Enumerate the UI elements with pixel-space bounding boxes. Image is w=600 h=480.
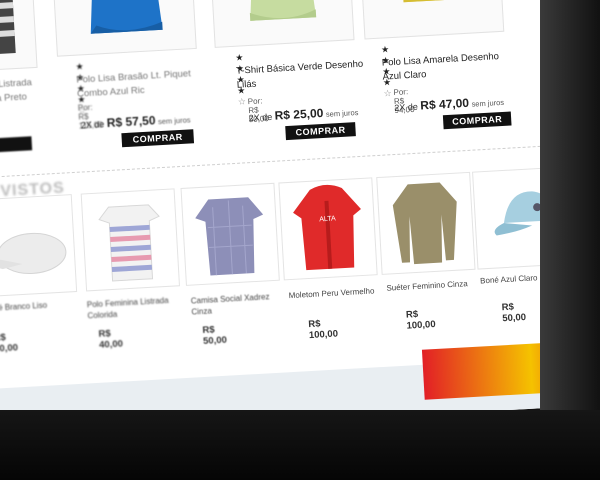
buy-button[interactable]: COMPRAR <box>442 111 512 130</box>
product-image[interactable] <box>359 0 505 40</box>
plaid-shirt-image <box>195 197 264 276</box>
product-image[interactable] <box>209 0 355 48</box>
product-image[interactable] <box>0 0 38 74</box>
blue-polo-image <box>90 0 163 34</box>
striped-shirt-image <box>0 0 16 56</box>
product-price: R$ 50,00 <box>501 301 527 325</box>
product-name[interactable]: Polo Feminina Listrada Colorida <box>87 294 180 321</box>
svg-text:ALTA: ALTA <box>319 215 336 223</box>
striped-polo-image <box>98 204 160 282</box>
product-row-top: Polo Listrada Cinza Preto ★ ★ ★ ★ ☆ Polo… <box>0 0 591 180</box>
yellow-polo-image <box>403 0 466 3</box>
screen: Polo Listrada Cinza Preto ★ ★ ★ ★ ☆ Polo… <box>0 0 600 480</box>
product-name[interactable]: Moletom Peru Vermelho <box>288 285 380 301</box>
product-price: R$ 100,00 <box>308 318 339 342</box>
product-image[interactable] <box>0 194 78 298</box>
product-price: R$ 80,00 <box>0 332 19 355</box>
product-image[interactable] <box>51 0 197 57</box>
laptop-bezel-bottom <box>0 410 600 480</box>
product-image[interactable]: ALTA <box>278 177 378 281</box>
product-price: R$ 40,00 <box>98 328 124 351</box>
product-price: R$ 50,00 <box>202 324 228 347</box>
product-name[interactable]: Polo Listrada Cinza Preto <box>0 76 38 107</box>
laptop-bezel-right <box>540 0 600 480</box>
buy-button[interactable] <box>0 136 33 154</box>
green-tshirt-image <box>249 0 317 21</box>
store-page: Polo Listrada Cinza Preto ★ ★ ★ ★ ☆ Polo… <box>0 0 600 440</box>
red-hoodie-image: ALTA <box>293 184 361 271</box>
product-image[interactable] <box>376 171 476 275</box>
product-name[interactable]: Polo Lisa Amarela Desenho Azul Claro <box>381 49 512 84</box>
white-cap-image <box>0 232 67 274</box>
grey-sweater-image <box>392 182 457 265</box>
buy-button[interactable]: COMPRAR <box>121 129 195 148</box>
product-image[interactable] <box>80 188 180 292</box>
product-name[interactable]: Boné Branco Liso <box>0 298 76 314</box>
product-name[interactable]: Camisa Social Xadrez Cinza <box>191 291 284 318</box>
product-name[interactable]: Suéter Feminino Cinza <box>386 278 478 294</box>
product-name[interactable]: T-Shirt Básica Verde Desenho Lilás <box>236 57 377 93</box>
buy-button[interactable]: COMPRAR <box>285 122 356 141</box>
product-image[interactable] <box>180 182 280 286</box>
product-price: R$ 100,00 <box>405 308 436 332</box>
product-name[interactable]: Polo Lisa Brasão Lt. Piquet Combo Azul R… <box>76 67 197 102</box>
